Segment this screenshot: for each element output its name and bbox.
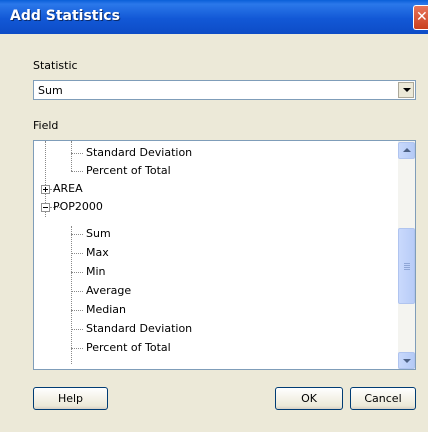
collapse-icon[interactable] — [41, 203, 50, 212]
window-title: Add Statistics — [10, 8, 120, 24]
tree-connector — [71, 141, 72, 171]
tree-connector — [71, 348, 83, 349]
tree-item[interactable]: Median — [86, 301, 126, 319]
tree-connector — [71, 234, 83, 235]
statistic-dropdown[interactable]: Sum — [33, 80, 416, 100]
close-button[interactable]: ✕ — [413, 5, 428, 30]
tree-item[interactable]: Sum — [86, 225, 111, 243]
scroll-up-icon[interactable] — [398, 142, 415, 159]
expand-icon[interactable] — [41, 185, 50, 194]
tree-item[interactable]: Percent of Total — [86, 162, 171, 180]
tree-item[interactable]: Max — [86, 244, 109, 262]
cancel-button[interactable]: Cancel — [350, 387, 416, 410]
tree-item[interactable]: Min — [86, 263, 106, 281]
tree-connector — [71, 253, 83, 254]
statistic-value: Sum — [38, 84, 63, 97]
tree-item[interactable]: Standard Deviation — [86, 320, 192, 338]
tree-connector — [71, 291, 83, 292]
vertical-scrollbar[interactable] — [398, 141, 415, 369]
tree-item[interactable]: Average — [86, 282, 131, 300]
tree-item-pop2000[interactable]: POP2000 — [53, 198, 103, 216]
field-label: Field — [33, 119, 59, 132]
tree-connector — [71, 272, 83, 273]
tree-item-area[interactable]: AREA — [53, 180, 83, 198]
scroll-thumb[interactable] — [398, 228, 415, 304]
ok-button[interactable]: OK — [275, 387, 343, 410]
statistic-label: Statistic — [33, 59, 78, 72]
close-icon: ✕ — [416, 9, 428, 25]
tree-connector — [71, 171, 83, 172]
tree-item[interactable]: Percent of Total — [86, 339, 171, 357]
tree-connector — [71, 329, 83, 330]
dropdown-arrow-icon[interactable] — [398, 82, 414, 98]
tree-connector — [71, 226, 72, 364]
tree-connector — [71, 153, 83, 154]
help-button[interactable]: Help — [33, 387, 108, 410]
title-bar[interactable]: Add Statistics ✕ — [0, 0, 428, 34]
scroll-down-icon[interactable] — [398, 352, 415, 369]
tree-item[interactable]: Standard Deviation — [86, 144, 192, 162]
field-tree[interactable]: Standard Deviation Percent of Total AREA… — [33, 140, 416, 370]
tree-connector — [71, 310, 83, 311]
